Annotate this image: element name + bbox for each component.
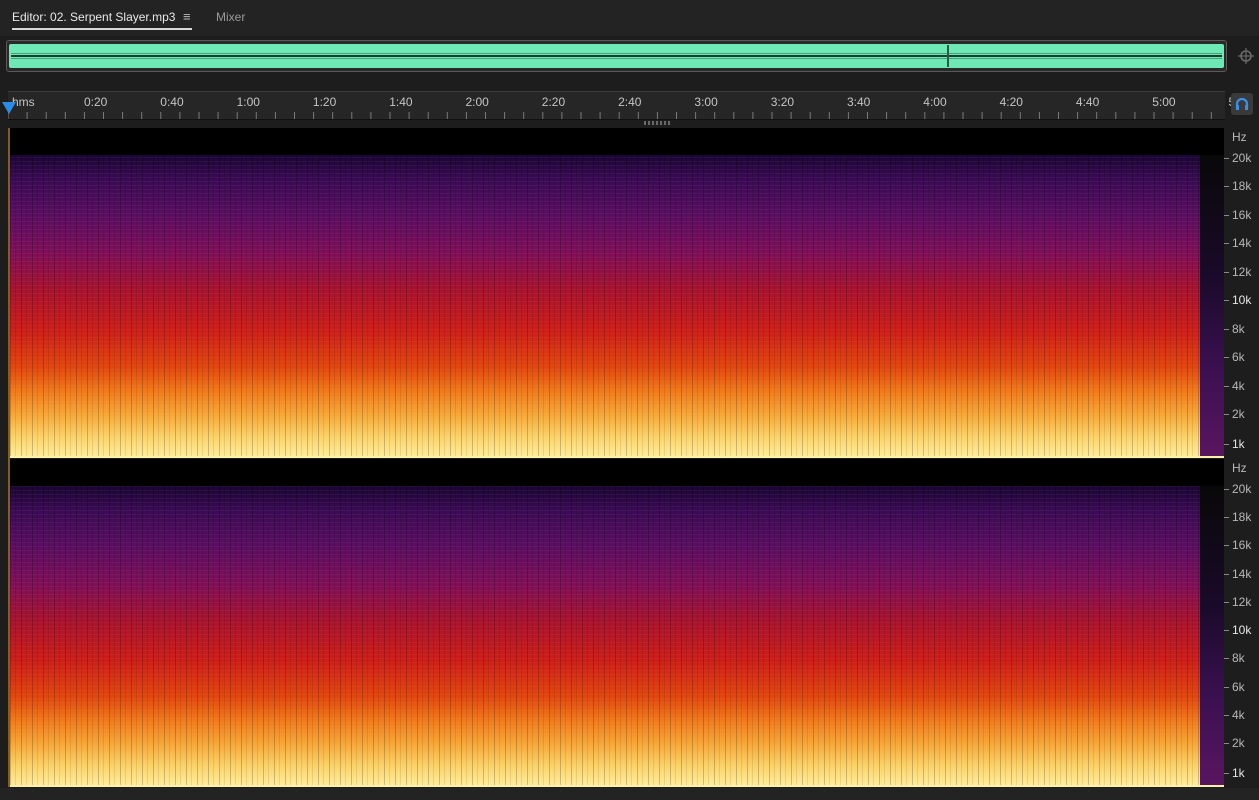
frequency-label: 8k [1232,321,1245,336]
ruler-label: 1:40 [389,95,413,109]
ruler-label: 1:20 [312,95,337,109]
frequency-tick [1224,271,1229,273]
frequency-tick [1224,385,1229,387]
frequency-label: 20k [1232,482,1252,496]
frequency-label: 1k [1232,437,1245,451]
frequency-tick [1224,773,1229,774]
frequency-label: 2k [1232,407,1245,421]
ruler-label: 2:40 [618,95,642,109]
ruler-label: 1:00 [236,95,260,109]
frequency-tick [1224,686,1229,688]
ruler-label: 0:40 [160,95,184,109]
frequency-label: 6k [1232,679,1245,694]
ruler-label: 4:40 [1075,95,1100,109]
frequency-tick [1224,545,1229,547]
frequency-tick [1224,300,1229,302]
spectral-display [10,155,1224,458]
frequency-tick [1224,517,1229,519]
frequency-label: 18k [1232,179,1252,194]
frequency-scale-left: Hz 20k 18k 16k 14k 12k 10k 8k 6k 4k 2k 1k [1224,128,1259,458]
ruler-label: 5:00 [1152,95,1176,109]
tab-mixer[interactable]: Mixer [216,10,245,24]
time-ruler[interactable]: hms 0:20 0:40 1:00 1:20 1:40 2:00 2:20 2:40 3:00 3… [8,91,1235,120]
frequency-label: 18k [1232,510,1252,525]
panel-tab-bar: Editor: 02. Serpent Slayer.mp3 ≡ Mixer [0,0,1259,36]
spectrogram-channel-right[interactable] [10,459,1224,787]
spectral-tail [1200,486,1224,787]
spectral-display [10,486,1224,787]
frequency-tick [1224,573,1229,575]
frequency-tick [1224,414,1229,415]
ruler-ticks [8,112,1212,119]
spectral-tail [1200,155,1224,458]
frequency-scale-right: Hz 20k 18k 16k 14k 12k 10k 8k 6k 4k 2k 1k [1224,459,1259,787]
frequency-tick [1224,214,1229,216]
frequency-label: 10k [1232,293,1252,308]
frequency-label: 6k [1232,350,1245,365]
frequency-tick [1224,743,1229,744]
channel-baseline [10,456,1224,458]
frequency-label: 12k [1232,594,1252,609]
overview-waveform[interactable] [6,40,1227,72]
frequency-tick [1224,328,1229,330]
frequency-unit-label: Hz [1232,130,1247,144]
frequency-tick [1224,714,1229,716]
hamburger-menu-icon[interactable]: ≡ [183,9,191,24]
frequency-label: 10k [1232,623,1252,638]
status-bar [0,788,1259,800]
spectrogram-channel-left[interactable] [10,128,1224,458]
tab-editor[interactable]: Editor: 02. Serpent Slayer.mp3 [12,10,175,24]
frequency-label: 2k [1232,736,1245,750]
frequency-label: 4k [1232,707,1245,722]
headphones-snap-icon [1235,97,1249,110]
ruler-label: 4:20 [999,95,1023,109]
frequency-tick [1224,658,1229,660]
frequency-label: 16k [1232,207,1252,222]
frequency-tick [1224,601,1229,603]
frequency-unit-label: Hz [1232,461,1247,475]
frequency-label: 14k [1232,236,1252,251]
frequency-tick [1224,186,1229,188]
overview-waveform-graphic [9,44,1224,68]
channel-baseline [10,785,1224,787]
frequency-tick [1224,444,1229,445]
active-tab-indicator [12,28,192,30]
frequency-tick [1224,630,1229,632]
frequency-tick [1224,357,1229,359]
frequency-label: 8k [1232,651,1245,666]
panel-divider-handle[interactable] [644,121,670,125]
playhead-marker-icon[interactable] [2,102,16,114]
playhead-line [8,128,10,787]
ruler-label: 2:00 [465,95,489,109]
frequency-label: 12k [1232,264,1252,279]
ruler-label: 3:20 [770,95,795,109]
frequency-label: 14k [1232,566,1252,581]
frequency-label: 1k [1232,766,1245,780]
ruler-label: 0:20 [84,95,108,109]
frequency-label: 20k [1232,151,1252,165]
frequency-tick [1224,243,1229,245]
frequency-label: 4k [1232,378,1245,393]
ruler-label: 4:00 [923,95,947,109]
frequency-tick [1224,158,1229,159]
zoom-magnifier-icon[interactable] [1236,46,1256,66]
snap-button[interactable] [1231,93,1253,115]
ruler-label: 3:40 [847,95,871,109]
frequency-tick [1224,489,1229,490]
ruler-label: 3:00 [694,95,718,109]
ruler-label: 2:20 [541,95,566,109]
frequency-label: 16k [1232,538,1252,553]
